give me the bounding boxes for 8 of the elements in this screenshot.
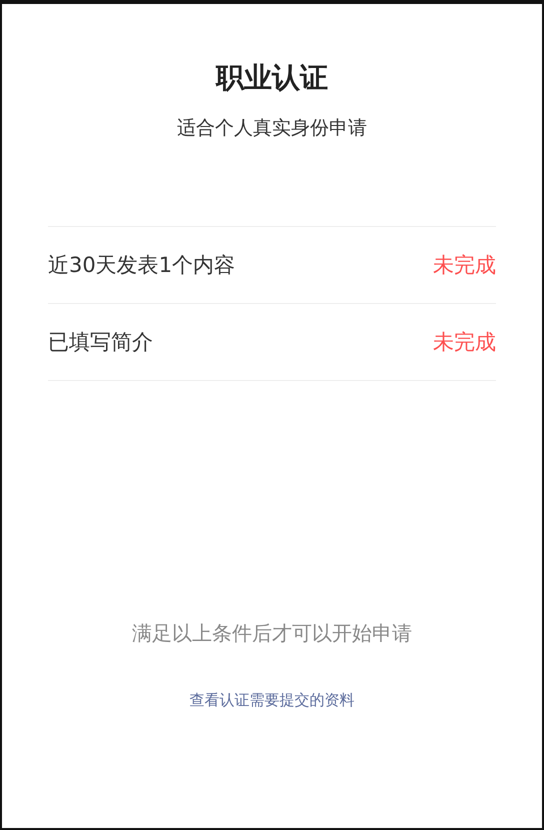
page-subtitle: 适合个人真实身份申请 bbox=[176, 116, 368, 141]
notice-text: 满足以上条件后才可以开始申请 bbox=[131, 620, 413, 647]
page-title: 职业认证 bbox=[214, 60, 329, 96]
materials-link[interactable]: 查看认证需要提交的资料 bbox=[190, 691, 354, 710]
requirement-label: 已填写简介 bbox=[48, 329, 153, 356]
requirement-label: 近30天发表1个内容 bbox=[48, 252, 236, 279]
requirement-status: 未完成 bbox=[433, 329, 496, 356]
requirement-status: 未完成 bbox=[433, 252, 496, 279]
